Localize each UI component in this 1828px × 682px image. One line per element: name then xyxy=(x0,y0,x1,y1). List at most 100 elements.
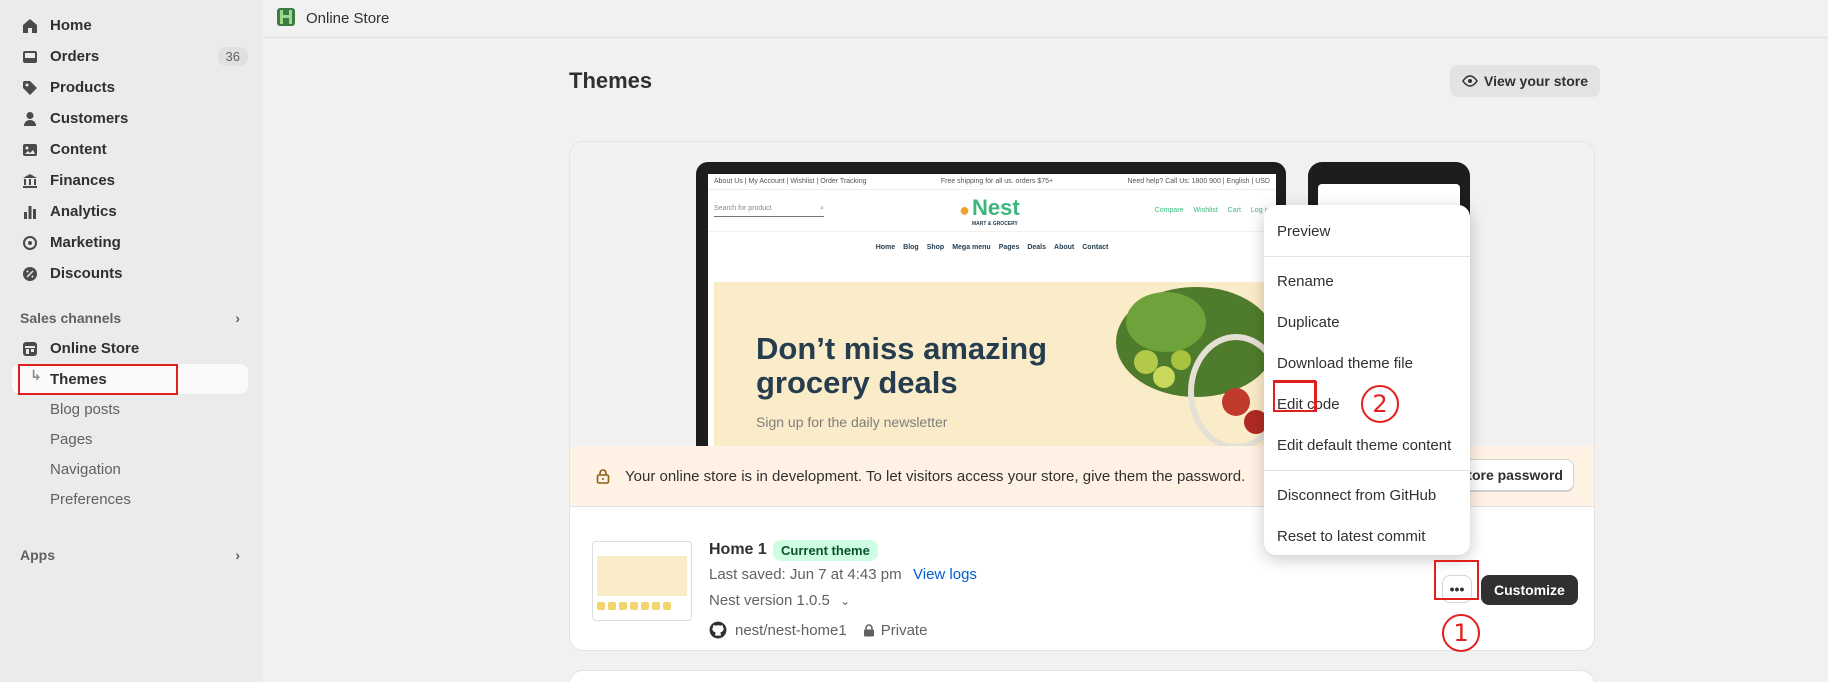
store-icon xyxy=(20,339,40,359)
current-theme-badge: Current theme xyxy=(773,540,878,561)
sidebar-item-label: Content xyxy=(50,141,107,158)
bar-chart-icon xyxy=(20,202,40,222)
last-saved-text: Last saved: Jun 7 at 4:43 pm xyxy=(709,566,902,583)
preview-topbar: About Us | My Account | Wishlist | Order… xyxy=(708,174,1276,190)
desktop-mockup: About Us | My Account | Wishlist | Order… xyxy=(696,162,1286,446)
menu-divider xyxy=(1264,256,1470,257)
theme-version-dropdown[interactable]: Nest version 1.0.5 ⌄ xyxy=(709,592,850,609)
view-store-label: View your store xyxy=(1484,73,1589,89)
sidebar-item-home[interactable]: Home xyxy=(0,10,252,41)
hero-line-2: grocery deals xyxy=(756,365,958,400)
sidebar-item-label: Preferences xyxy=(50,490,131,508)
step-2-marker: 2 xyxy=(1361,385,1399,423)
thumbnail-hero xyxy=(597,556,687,596)
menu-item-disconnect-github[interactable]: Disconnect from GitHub xyxy=(1264,475,1470,516)
menu-item-reset-latest-commit[interactable]: Reset to latest commit xyxy=(1264,516,1470,557)
content-icon xyxy=(20,140,40,160)
preview-help: Need help? Call Us: 1800 900 | English |… xyxy=(1127,178,1270,185)
lock-icon xyxy=(595,468,611,484)
sidebar-item-discounts[interactable]: Discounts xyxy=(0,258,252,289)
preview-actions: Compare Wishlist Cart Log in xyxy=(1155,207,1270,214)
preview-top-links: About Us | My Account | Wishlist | Order… xyxy=(714,178,867,185)
preview-nav-item: Contact xyxy=(1082,243,1109,251)
preview-nav: Home Blog Shop Mega menu Pages Deals Abo… xyxy=(708,232,1276,262)
preview-search: Search for product ⌕ xyxy=(714,205,824,217)
theme-thumbnail xyxy=(592,541,692,621)
preview-hero-heading: Don’t miss amazing grocery deals xyxy=(756,332,1047,400)
discount-icon xyxy=(20,264,40,284)
menu-item-preview[interactable]: Preview xyxy=(1264,211,1470,252)
chevron-down-icon: ⌄ xyxy=(840,594,851,608)
menu-item-download-theme-file[interactable]: Download theme file xyxy=(1264,343,1470,384)
topbar: Online Store xyxy=(262,0,1828,38)
orders-count-badge: 36 xyxy=(217,47,248,66)
preview-nav-item: About xyxy=(1054,243,1075,251)
preview-logo: ● Nest MART & GROCERY xyxy=(959,195,1020,227)
sidebar-item-finances[interactable]: Finances xyxy=(0,165,252,196)
repo-info: nest/nest-home1 Private xyxy=(709,621,927,639)
eye-icon xyxy=(1462,73,1478,89)
sidebar-item-label: Pages xyxy=(50,430,93,448)
topbar-title: Online Store xyxy=(306,10,390,27)
preview-action: Compare xyxy=(1154,207,1184,214)
menu-item-rename[interactable]: Rename xyxy=(1264,261,1470,302)
themes-annotation-box xyxy=(18,364,178,395)
sidebar-item-navigation[interactable]: Navigation xyxy=(0,454,262,484)
edit-code-annotation-box-shown-final xyxy=(1273,380,1316,412)
repo-name: nest/nest-home1 xyxy=(735,621,847,639)
sidebar-item-customers[interactable]: Customers xyxy=(0,103,252,134)
view-store-button[interactable]: View your store xyxy=(1450,65,1601,97)
sidebar-item-label: Marketing xyxy=(50,234,121,251)
sidebar-item-blog-posts[interactable]: Blog posts xyxy=(0,394,262,424)
step-1-marker: 1 xyxy=(1442,614,1480,652)
sidebar-item-label: Analytics xyxy=(50,203,117,220)
theme-name: Home 1 xyxy=(709,541,767,558)
produce-basket-image xyxy=(1116,287,1276,446)
chevron-right-icon: › xyxy=(235,547,240,563)
sidebar-item-label: Online Store xyxy=(50,340,140,357)
online-store-icon xyxy=(276,7,296,31)
preview-nav-item: Pages xyxy=(998,243,1020,251)
sidebar-item-orders[interactable]: Orders 36 xyxy=(0,41,252,72)
sidebar-item-label: Blog posts xyxy=(50,400,121,418)
thumbnail-categories xyxy=(597,602,671,610)
sales-channels-label: Sales channels xyxy=(20,310,122,326)
lock-icon xyxy=(863,623,875,637)
apps-label: Apps xyxy=(20,547,55,563)
sidebar-item-online-store[interactable]: Online Store xyxy=(0,333,252,364)
apps-header[interactable]: Apps › xyxy=(0,540,262,570)
theme-version-text: Nest version 1.0.5 xyxy=(709,592,830,609)
hero-line-1: Don’t miss amazing xyxy=(756,331,1048,366)
orders-icon xyxy=(20,47,40,67)
view-logs-link[interactable]: View logs xyxy=(913,566,977,583)
sidebar-item-marketing[interactable]: Marketing xyxy=(0,227,252,258)
page-title: Themes xyxy=(569,68,653,93)
sidebar-item-content[interactable]: Content xyxy=(0,134,252,165)
tag-icon xyxy=(20,78,40,98)
github-icon xyxy=(709,621,727,639)
preview-logo-sub: MART & GROCERY xyxy=(971,220,1018,227)
bank-icon xyxy=(20,171,40,191)
preview-nav-item: Deals xyxy=(1027,243,1047,251)
preview-nav-item: Blog xyxy=(903,243,919,251)
preview-logo-text: Nest xyxy=(971,194,1020,220)
target-icon xyxy=(20,233,40,253)
sidebar-item-preferences[interactable]: Preferences xyxy=(0,484,262,514)
menu-item-duplicate[interactable]: Duplicate xyxy=(1264,302,1470,343)
menu-item-edit-default-theme-content[interactable]: Edit default theme content xyxy=(1264,425,1470,466)
development-banner-text: Your online store is in development. To … xyxy=(625,467,1246,485)
sales-channels-header[interactable]: Sales channels › xyxy=(0,303,262,333)
sidebar-item-label: Orders xyxy=(50,48,100,65)
theme-library-card xyxy=(569,670,1595,682)
customize-button[interactable]: Customize xyxy=(1481,575,1578,605)
visibility-label: Private xyxy=(880,621,928,639)
preview-hero: Don’t miss amazing grocery deals Sign up… xyxy=(714,282,1276,446)
more-button-annotation-box xyxy=(1434,560,1479,600)
basket-logo-icon: ● xyxy=(959,200,970,220)
sidebar-item-products[interactable]: Products xyxy=(0,72,252,103)
sidebar-item-label: Products xyxy=(50,79,116,96)
preview-hero-sub: Sign up for the daily newsletter xyxy=(756,414,948,430)
preview-action: Cart xyxy=(1227,207,1241,214)
sidebar-item-pages[interactable]: Pages xyxy=(0,424,262,454)
sidebar-item-analytics[interactable]: Analytics xyxy=(0,196,252,227)
